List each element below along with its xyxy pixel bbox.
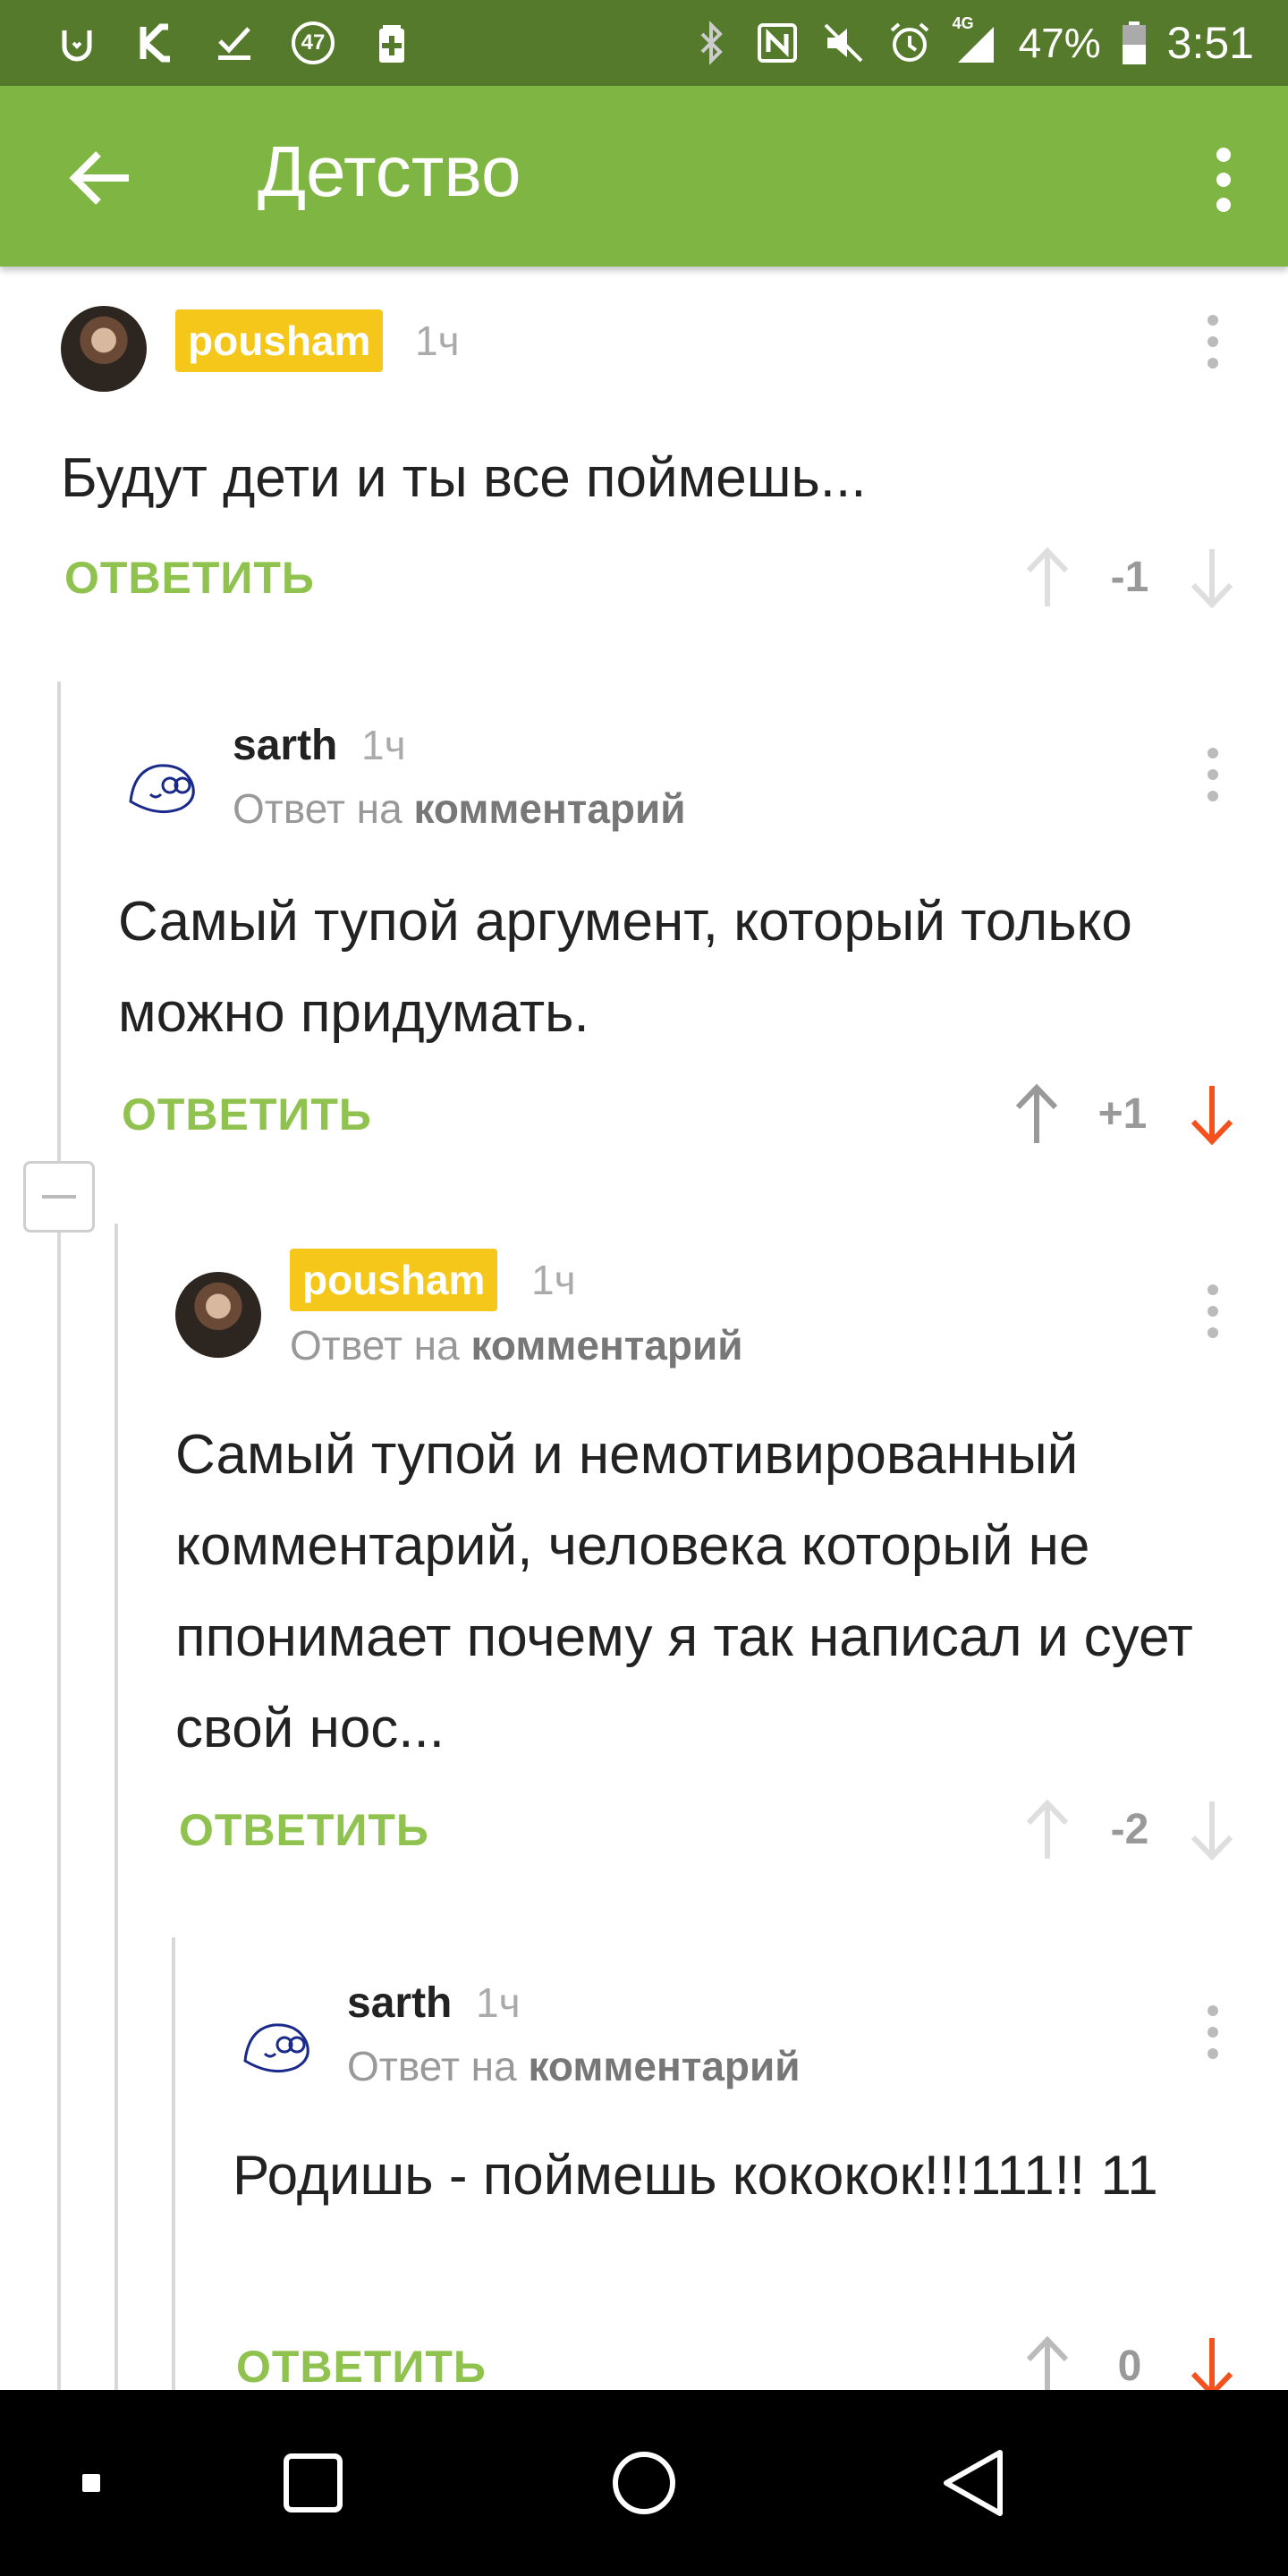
comment-menu-icon[interactable] — [1195, 306, 1231, 377]
menu-square-icon[interactable] — [38, 2429, 145, 2537]
reply-button[interactable]: ОТВЕТИТЬ — [236, 2340, 487, 2390]
reply-to-prefix: Ответ на — [347, 2043, 517, 2089]
downvote-icon[interactable] — [1181, 542, 1243, 614]
reply-to-link[interactable]: комментарий — [528, 2043, 800, 2089]
comment-score: -1 — [1110, 554, 1149, 601]
author-name[interactable]: pousham — [175, 309, 384, 372]
download-done-icon — [211, 20, 258, 66]
status-bar: 47 4G 47% 3:51 — [0, 0, 1288, 86]
author-name[interactable]: pousham — [290, 1249, 498, 1311]
comment-score: -2 — [1110, 1806, 1149, 1853]
reply-button[interactable]: ОТВЕТИТЬ — [179, 1803, 429, 1857]
avatar[interactable] — [61, 306, 147, 392]
battery-saver-icon — [369, 20, 415, 66]
network-type: 4G — [952, 14, 974, 32]
page-title: Детство — [258, 131, 521, 211]
battery-percent: 47% — [1018, 20, 1101, 66]
nfc-icon — [754, 20, 801, 66]
recent-apps-icon[interactable] — [259, 2429, 367, 2537]
comment-text: Будут дети и ты все поймешь... — [61, 447, 867, 509]
alarm-icon — [886, 20, 933, 66]
home-icon[interactable] — [590, 2429, 698, 2537]
overflow-menu-icon[interactable] — [1197, 135, 1250, 225]
reply-to-line: Ответ на комментарий — [290, 1318, 743, 1372]
avatar[interactable] — [175, 1272, 261, 1358]
comment-time: 1ч — [476, 1979, 521, 2026]
back-arrow-icon[interactable] — [61, 138, 141, 218]
comment-text: Родишь - поймешь кококок!!!111!! 11 — [233, 2145, 1158, 2207]
upvote-icon[interactable] — [1016, 2331, 1079, 2390]
back-triangle-icon[interactable] — [921, 2429, 1029, 2537]
comment-time: 1ч — [361, 722, 406, 768]
upvote-icon[interactable] — [1016, 1794, 1079, 1866]
reply-button[interactable]: ОТВЕТИТЬ — [64, 551, 315, 605]
bluetooth-icon — [688, 20, 734, 66]
comment: pousham 1ч Ответ на комментарий Самый ту… — [0, 1234, 1288, 1878]
comment-text: Самый тупой аргумент, который только мож… — [118, 891, 1132, 1044]
reply-to-line: Ответ на комментарий — [347, 2039, 801, 2093]
collapse-thread-button[interactable] — [23, 1161, 95, 1233]
comment-score: 0 — [1117, 2343, 1142, 2390]
downvote-icon[interactable] — [1181, 2331, 1243, 2390]
reply-to-line: Ответ на комментарий — [233, 782, 686, 835]
reply-to-prefix: Ответ на — [233, 785, 402, 832]
kaspersky-icon — [132, 20, 179, 66]
comment-time: 1ч — [415, 318, 460, 364]
battery-icon — [1121, 20, 1148, 66]
comment-menu-icon[interactable] — [1195, 739, 1231, 810]
comment-score: +1 — [1097, 1090, 1148, 1138]
reply-to-prefix: Ответ на — [290, 1322, 460, 1368]
reply-to-link[interactable]: комментарий — [470, 1322, 742, 1368]
avatar[interactable] — [233, 2002, 318, 2088]
avatar[interactable] — [118, 742, 204, 828]
navigation-bar — [0, 2390, 1288, 2576]
upvote-icon[interactable] — [1016, 542, 1079, 614]
comment-time: 1ч — [531, 1257, 576, 1303]
author-name[interactable]: sarth — [347, 1977, 452, 2030]
reply-to-link[interactable]: комментарий — [413, 785, 685, 832]
notification-count-icon: 47 — [290, 20, 336, 66]
comment: sarth 1ч Ответ на комментарий Самый тупо… — [0, 707, 1288, 1172]
downvote-icon[interactable] — [1181, 1079, 1243, 1150]
reply-button[interactable]: ОТВЕТИТЬ — [122, 1088, 372, 1141]
app-bar: Детство — [0, 86, 1288, 267]
comment: sarth 1ч Ответ на комментарий Родишь - п… — [0, 1961, 1288, 2390]
comment: pousham 1ч Будут дети и ты все поймешь..… — [0, 268, 1288, 644]
downvote-icon[interactable] — [1181, 1794, 1243, 1866]
notification-count: 47 — [301, 30, 326, 55]
author-name[interactable]: sarth — [233, 719, 337, 773]
mi-icon — [54, 20, 100, 66]
comment-text: Самый тупой и немотивированный комментар… — [175, 1424, 1193, 1759]
mute-icon — [820, 20, 867, 66]
comment-menu-icon[interactable] — [1195, 1275, 1231, 1347]
upvote-icon[interactable] — [1005, 1079, 1068, 1150]
clock: 3:51 — [1166, 18, 1254, 68]
signal-4g-icon: 4G — [953, 14, 999, 66]
comment-menu-icon[interactable] — [1195, 1996, 1231, 2068]
